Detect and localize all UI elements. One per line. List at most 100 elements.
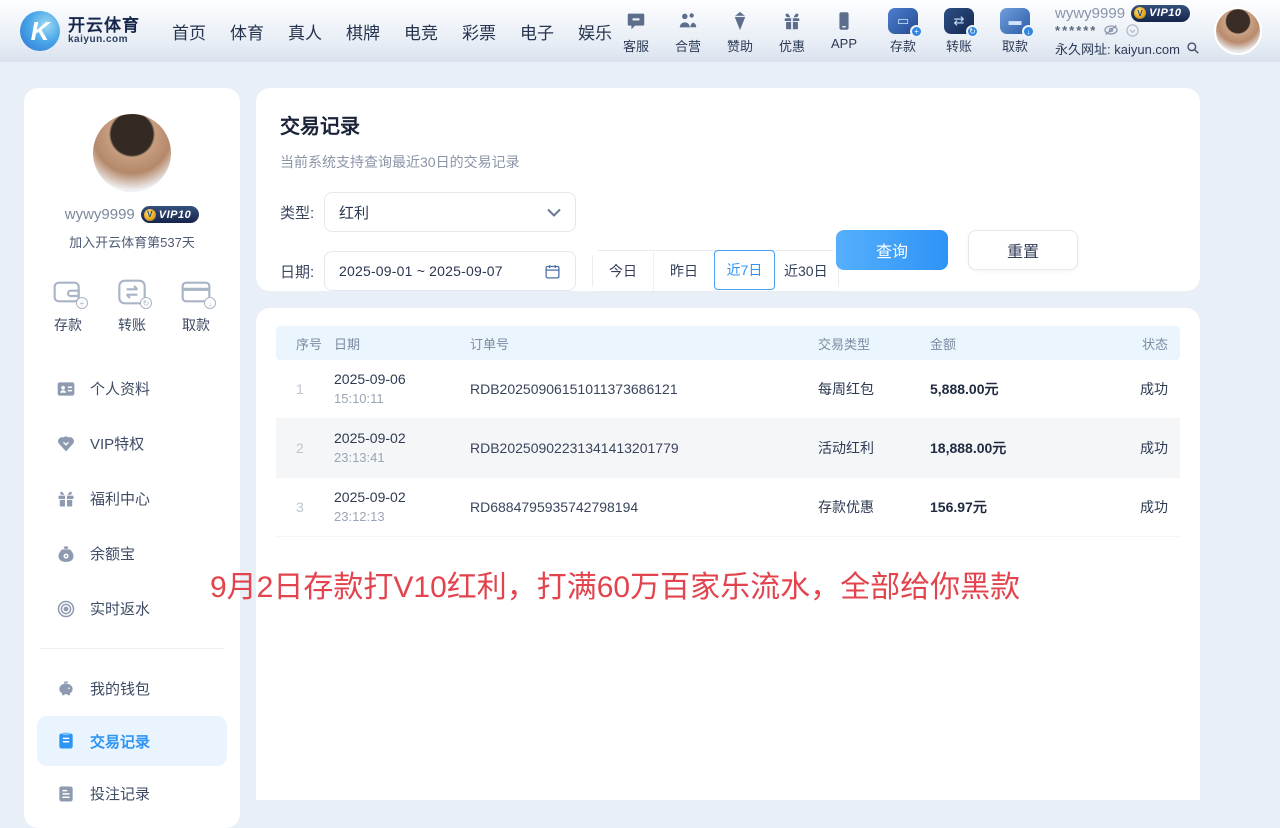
page-subtitle: 当前系统支持查询最近30日的交易记录 (280, 152, 1176, 172)
transfer-outline-icon: ↻ (116, 277, 148, 307)
col-order: 订单号 (470, 334, 818, 353)
row-type: 活动红利 (818, 438, 930, 458)
table-row[interactable]: 1 2025-09-06 15:10:11 RDB202509061510113… (276, 360, 1180, 419)
logo-k-icon: K (20, 11, 60, 51)
row-order-no: RDB20250902231341413201779 (470, 440, 818, 456)
row-time: 23:12:13 (334, 509, 385, 524)
col-index: 序号 (276, 334, 334, 353)
deposit-link[interactable]: ▭+ 存款 (883, 8, 923, 55)
row-status: 成功 (1080, 438, 1180, 458)
profile-avatar[interactable] (93, 114, 171, 192)
sidebar: wywy9999 V VIP10 加入开云体育第537天 + 存款 ↻ 转账 (24, 88, 240, 828)
chat-icon (625, 8, 647, 34)
reset-button[interactable]: 重置 (968, 230, 1078, 270)
sidebar-item-transactions[interactable]: 交易记录 (37, 716, 227, 766)
nav-chess[interactable]: 棋牌 (346, 19, 380, 44)
date-range-buttons: 今日 昨日 近7日 近30日 (592, 250, 839, 292)
phone-icon (833, 8, 855, 34)
card-outline-icon: ↓ (180, 277, 212, 307)
people-icon (677, 8, 699, 34)
nav-slots[interactable]: 电子 (520, 19, 554, 44)
service-link[interactable]: 客服 (619, 8, 653, 55)
row-date: 2025-09-06 (334, 371, 406, 387)
sidebar-item-vip[interactable]: VIP特权 (24, 416, 240, 471)
col-amount: 金额 (930, 334, 1080, 353)
app-link[interactable]: APP (827, 8, 861, 55)
table-row[interactable]: 2 2025-09-02 23:13:41 RDB202509022313414… (276, 419, 1180, 478)
sidebar-item-welfare[interactable]: 福利中心 (24, 471, 240, 526)
gift-box-icon (56, 489, 76, 509)
deposit-wallet-icon: ▭+ (888, 8, 918, 34)
nav-entertainment[interactable]: 娱乐 (578, 19, 612, 44)
red-annotation-text: 9月2日存款打V10红利，打满60万百家乐流水，全部给你黑款 (210, 562, 1110, 606)
search-icon[interactable] (1186, 41, 1200, 55)
quick-transfer[interactable]: ↻ 转账 (116, 277, 148, 335)
col-status: 状态 (1080, 334, 1180, 353)
row-date: 2025-09-02 (334, 430, 406, 446)
date-range-input[interactable]: 2025-09-01 ~ 2025-09-07 (324, 251, 576, 291)
query-button[interactable]: 查询 (836, 230, 948, 270)
row-amount: 5,888.00元 (930, 379, 1080, 399)
range-yesterday-button[interactable]: 昨日 (654, 251, 715, 291)
page: K 开云体育 kaiyun.com 首页 体育 真人 棋牌 电竞 彩票 电子 娱… (0, 0, 1280, 800)
withdraw-link[interactable]: ▬↓ 取款 (995, 8, 1035, 55)
row-order-no: RD6884795935742798194 (470, 499, 818, 515)
sidebar-item-yuebao[interactable]: 余额宝 (24, 526, 240, 581)
row-date: 2025-09-02 (334, 489, 406, 505)
range-today-button[interactable]: 今日 (593, 251, 654, 291)
permanent-url: 永久网址: kaiyun.com (1055, 39, 1180, 58)
user-avatar[interactable] (1214, 7, 1262, 55)
range-7days-button[interactable]: 近7日 (714, 250, 775, 290)
table-header: 序号 日期 订单号 交易类型 金额 状态 (276, 326, 1180, 360)
brand-name: 开云体育 (68, 17, 140, 35)
sidebar-item-profile[interactable]: 个人资料 (24, 361, 240, 416)
vip-badge: V VIP10 (1131, 5, 1189, 22)
type-selected-value: 红利 (339, 202, 369, 223)
sidebar-menu: 个人资料 VIP特权 福利中心 余额宝 实时返水 我的钱包 (24, 361, 240, 821)
transfer-link[interactable]: ⇄↻ 转账 (939, 8, 979, 55)
promo-link[interactable]: 优惠 (775, 8, 809, 55)
sponsor-link[interactable]: 赞助 (723, 8, 757, 55)
gem-icon (729, 8, 751, 34)
nav-home[interactable]: 首页 (172, 19, 206, 44)
row-status: 成功 (1080, 497, 1180, 517)
nav-live[interactable]: 真人 (288, 19, 322, 44)
eye-off-icon[interactable] (1103, 23, 1119, 37)
sidebar-quick-actions: + 存款 ↻ 转账 ↓ 取款 (24, 277, 240, 335)
sidebar-item-rebate[interactable]: 实时返水 (24, 581, 240, 636)
row-amount: 18,888.00元 (930, 438, 1080, 458)
range-30days-button[interactable]: 近30日 (774, 251, 838, 291)
nav-sports[interactable]: 体育 (230, 19, 264, 44)
topbar-wallet-links: ▭+ 存款 ⇄↻ 转账 ▬↓ 取款 (883, 8, 1035, 55)
nav-lottery[interactable]: 彩票 (462, 19, 496, 44)
profile-username: wywy9999 (65, 206, 135, 223)
bet-record-icon (56, 784, 76, 804)
vip-heart-icon (56, 434, 76, 454)
table-row[interactable]: 3 2025-09-02 23:12:13 RD6884795935742798… (276, 478, 1180, 537)
nav-esports[interactable]: 电竞 (404, 19, 438, 44)
partner-link[interactable]: 合营 (671, 8, 705, 55)
row-amount: 156.97元 (930, 497, 1080, 517)
profile-vip-shield-icon: V (144, 209, 156, 221)
row-time: 23:13:41 (334, 450, 385, 465)
sidebar-divider (40, 648, 224, 649)
date-label: 日期: (280, 261, 324, 282)
quick-withdraw[interactable]: ↓ 取款 (180, 277, 212, 335)
sidebar-item-bets[interactable]: 投注记录 (24, 766, 240, 821)
profile-vip-badge: V VIP10 (141, 206, 199, 223)
col-date: 日期 (334, 334, 470, 353)
type-label: 类型: (280, 202, 324, 223)
brand-logo[interactable]: K 开云体育 kaiyun.com (20, 11, 140, 51)
username: wywy9999 (1055, 5, 1125, 22)
records-table-panel: 序号 日期 订单号 交易类型 金额 状态 1 2025-09-06 15:10:… (256, 308, 1200, 800)
quick-deposit[interactable]: + 存款 (52, 277, 84, 335)
filter-panel: 交易记录 当前系统支持查询最近30日的交易记录 类型: 红利 日期: 2025-… (256, 88, 1200, 291)
target-icon (56, 599, 76, 619)
sidebar-item-wallet[interactable]: 我的钱包 (24, 661, 240, 716)
refresh-circle-icon[interactable] (1125, 23, 1140, 38)
transfer-arrows-icon: ⇄↻ (944, 8, 974, 34)
type-select[interactable]: 红利 (324, 192, 576, 232)
money-bag-icon (56, 544, 76, 564)
masked-balance: ****** (1055, 23, 1097, 38)
transaction-doc-icon (56, 731, 76, 751)
